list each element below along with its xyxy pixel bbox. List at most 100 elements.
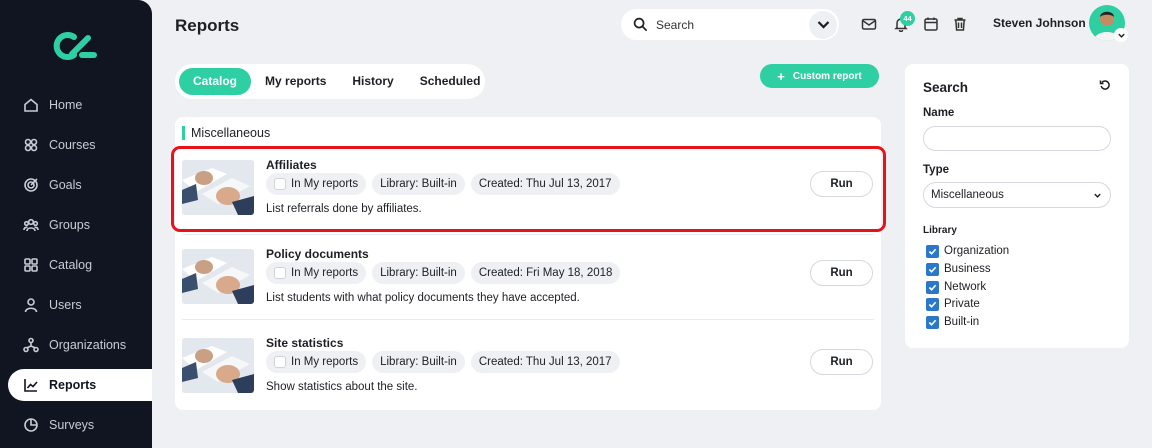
sidebar-item-home[interactable]: Home xyxy=(8,89,152,121)
calendar-icon[interactable] xyxy=(923,16,939,32)
chevron-down-icon xyxy=(817,21,829,29)
checkbox-checked-icon[interactable] xyxy=(926,297,939,311)
checkbox-checked-icon[interactable] xyxy=(926,244,939,258)
type-select[interactable]: Miscellaneous xyxy=(923,182,1111,208)
reports-icon xyxy=(22,376,40,394)
chevron-down-icon xyxy=(1094,193,1101,198)
report-description: List students with what policy documents… xyxy=(266,292,580,304)
trash-icon[interactable] xyxy=(952,16,968,32)
mail-icon[interactable] xyxy=(861,16,877,32)
brand-logo-icon[interactable] xyxy=(52,28,100,64)
library-option-private[interactable]: Private xyxy=(926,297,980,311)
search-icon xyxy=(633,17,647,31)
sidebar-item-reports[interactable]: Reports xyxy=(8,369,152,401)
custom-report-button[interactable]: + Custom report xyxy=(760,64,879,88)
users-icon xyxy=(22,296,40,314)
report-title[interactable]: Site statistics xyxy=(266,336,343,350)
in-my-reports-label: In My reports xyxy=(291,267,359,279)
library-option-label: Private xyxy=(944,298,980,310)
library-option-label: Built-in xyxy=(944,316,980,328)
sidebar-item-courses[interactable]: Courses xyxy=(8,129,152,161)
library-option-label: Business xyxy=(944,263,991,275)
sidebar-item-label: Reports xyxy=(49,378,97,392)
report-meta: In My reports Library: Built-in Created:… xyxy=(266,262,626,284)
tab-catalog[interactable]: Catalog xyxy=(179,68,252,95)
in-my-reports-label: In My reports xyxy=(291,356,359,368)
report-title[interactable]: Policy documents xyxy=(266,247,369,261)
library-option-label: Network xyxy=(944,281,987,293)
run-button[interactable]: Run xyxy=(810,260,873,286)
sidebar-item-groups[interactable]: Groups xyxy=(8,209,152,241)
sidebar-item-label: Courses xyxy=(49,138,96,152)
tab-my-reports[interactable]: My reports xyxy=(253,68,338,95)
in-my-reports-checkbox[interactable] xyxy=(274,356,286,368)
checkbox-checked-icon[interactable] xyxy=(926,262,939,276)
sidebar-item-label: Goals xyxy=(49,178,82,192)
run-button[interactable]: Run xyxy=(810,349,873,375)
search-scope-dropdown[interactable] xyxy=(809,10,837,39)
name-label: Name xyxy=(923,107,955,119)
catalog-icon xyxy=(22,256,40,274)
report-thumbnail-image xyxy=(182,338,254,393)
sidebar-item-goals[interactable]: Goals xyxy=(8,169,152,201)
library-option-business[interactable]: Business xyxy=(926,262,991,276)
library-badge: Library: Built-in xyxy=(372,262,465,284)
library-option-organization[interactable]: Organization xyxy=(926,244,1009,258)
type-label: Type xyxy=(923,164,949,176)
page-title: Reports xyxy=(175,16,240,35)
library-badge: Library: Built-in xyxy=(372,351,465,373)
sidebar-item-label: Catalog xyxy=(49,258,93,272)
created-badge: Created: Thu Jul 13, 2017 xyxy=(470,351,620,373)
report-tabs: Catalog My reports History Scheduled xyxy=(175,64,485,99)
library-option-label: Organization xyxy=(944,245,1010,257)
sidebar-item-label: Groups xyxy=(49,218,90,232)
in-my-reports-toggle[interactable]: In My reports xyxy=(266,351,367,373)
home-icon xyxy=(22,96,40,114)
report-row-site-statistics: Site statistics In My reports Library: B… xyxy=(175,328,881,412)
global-search[interactable]: Search xyxy=(621,9,839,40)
reset-icon[interactable] xyxy=(1099,79,1111,91)
courses-icon xyxy=(22,136,40,154)
tab-scheduled[interactable]: Scheduled xyxy=(408,68,493,95)
sidebar-item-catalog[interactable]: Catalog xyxy=(8,249,152,281)
report-thumbnail-image xyxy=(182,249,254,304)
library-option-built-in[interactable]: Built-in xyxy=(926,315,979,329)
user-name[interactable]: Steven Johnson xyxy=(993,16,1086,30)
row-divider xyxy=(182,234,874,235)
in-my-reports-checkbox[interactable] xyxy=(274,267,286,279)
section-title: Miscellaneous xyxy=(182,126,270,140)
search-input[interactable]: Search xyxy=(656,18,809,32)
plus-icon: + xyxy=(777,68,785,84)
sidebar-item-users[interactable]: Users xyxy=(8,289,152,321)
library-option-network[interactable]: Network xyxy=(926,280,986,294)
surveys-icon xyxy=(22,416,40,434)
custom-report-label: Custom report xyxy=(792,70,862,82)
sidebar-item-surveys[interactable]: Surveys xyxy=(8,409,152,441)
chevron-down-icon xyxy=(1117,33,1125,38)
tab-history[interactable]: History xyxy=(340,68,405,95)
type-select-value: Miscellaneous xyxy=(931,189,1004,201)
sidebar-item-label: Users xyxy=(49,298,82,312)
sidebar-item-label: Surveys xyxy=(49,418,95,432)
report-row-policy-documents: Policy documents In My reports Library: … xyxy=(175,239,881,323)
checkbox-checked-icon[interactable] xyxy=(926,315,939,329)
groups-icon xyxy=(22,216,40,234)
library-label: Library xyxy=(923,225,957,236)
sidebar: Home Courses Goals Groups Catalog Users … xyxy=(0,0,152,448)
in-my-reports-toggle[interactable]: In My reports xyxy=(266,262,367,284)
sidebar-item-label: Home xyxy=(49,98,83,112)
checkbox-checked-icon[interactable] xyxy=(926,280,939,294)
organizations-icon xyxy=(22,336,40,354)
goals-icon xyxy=(22,176,40,194)
search-panel-title: Search xyxy=(923,80,969,95)
search-panel: Search Name Type Miscellaneous Library O… xyxy=(905,64,1129,348)
sidebar-item-label: Organizations xyxy=(49,338,127,352)
user-menu-chevron[interactable] xyxy=(1114,28,1128,42)
name-input[interactable] xyxy=(923,126,1111,151)
report-meta: In My reports Library: Built-in Created:… xyxy=(266,351,626,373)
report-description: Show statistics about the site. xyxy=(266,381,418,393)
created-badge: Created: Fri May 18, 2018 xyxy=(470,262,621,284)
selection-highlight xyxy=(171,146,886,232)
notification-badge: 44 xyxy=(900,11,915,26)
sidebar-item-organizations[interactable]: Organizations xyxy=(8,329,152,361)
